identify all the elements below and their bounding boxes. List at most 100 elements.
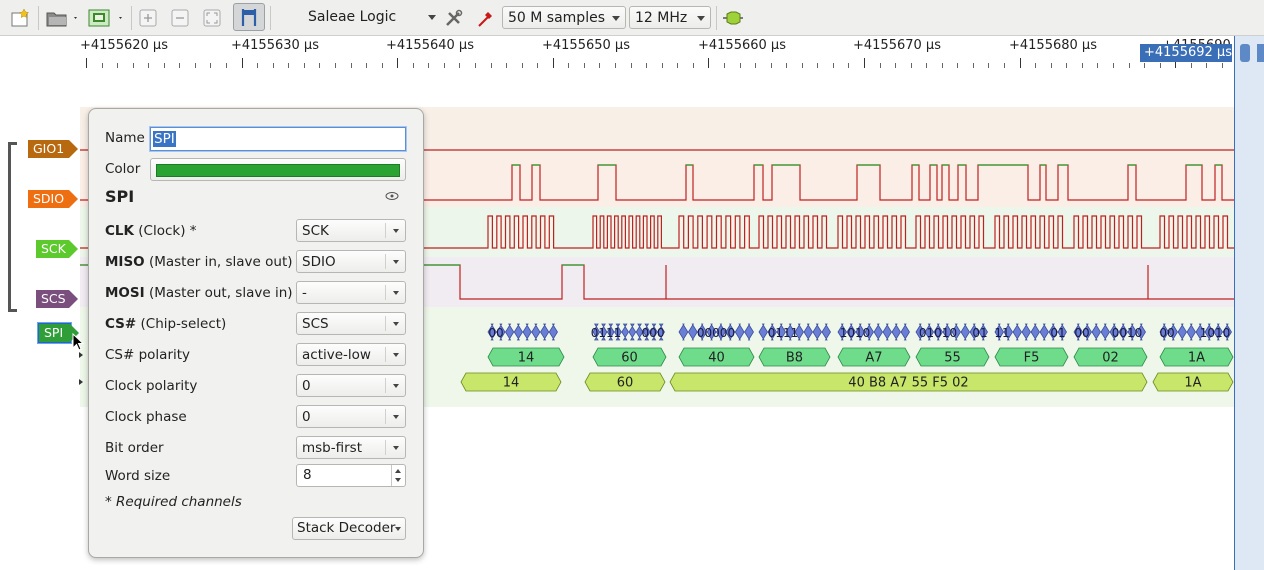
minor-tick [366, 63, 367, 68]
new-session-icon[interactable] [8, 6, 32, 30]
tools-icon[interactable] [443, 6, 465, 30]
device-select[interactable]: Saleae Logic [308, 6, 436, 29]
bit-value-text: 1010 [1200, 326, 1231, 340]
setting-label: MOSI (Master out, slave in) [105, 285, 293, 301]
required-channels-note: * Required channels [105, 494, 242, 510]
name-label: Name [105, 130, 145, 146]
channel-label-scs[interactable]: SCS [36, 290, 78, 308]
decoded-byte-text: 02 [1102, 351, 1119, 366]
zoom-out-icon[interactable] [169, 6, 191, 30]
time-tick-label: +4155620 µs [80, 38, 168, 53]
minor-tick [1191, 63, 1192, 68]
bit-value-text: 00 [488, 326, 503, 340]
bit-value-text: 00 [1074, 326, 1089, 340]
probe-icon[interactable] [475, 6, 497, 30]
setting-select[interactable]: active-low [296, 343, 406, 366]
minor-tick [786, 63, 787, 68]
minor-tick [1066, 63, 1067, 68]
decoded-byte-text: B8 [786, 351, 803, 366]
marker-toggle-icon[interactable] [233, 3, 265, 31]
sample-count-select[interactable]: 50 M samples [502, 6, 626, 29]
setting-select[interactable]: SCK [296, 219, 406, 242]
time-ruler[interactable]: +4155620 µs +4155630 µs +4155640 µs +415… [80, 36, 1234, 70]
minor-tick [164, 63, 165, 68]
bit-value-text: 01 [1050, 326, 1065, 340]
minor-tick [475, 63, 476, 68]
decoded-byte-text: 60 [621, 351, 638, 366]
minor-tick [833, 63, 834, 68]
zoom-in-icon[interactable] [137, 6, 159, 30]
word-size-value: 8 [303, 467, 312, 483]
setting-select[interactable]: - [296, 281, 406, 304]
channel-label-sdio[interactable]: SDIO [28, 190, 78, 208]
major-tick [1020, 58, 1021, 68]
setting-select[interactable]: SCS [296, 312, 406, 335]
setting-label: CS# polarity [105, 347, 191, 363]
bit-value-text: 00000 [697, 326, 735, 340]
visibility-icon[interactable] [385, 191, 399, 201]
minor-tick [195, 63, 196, 68]
setting-label: CLK (Clock) * [105, 223, 197, 239]
word-size-spinbox[interactable]: 8 [296, 464, 406, 487]
minor-tick [102, 63, 103, 68]
minor-tick [802, 63, 803, 68]
setting-label: MISO (Master in, slave out) [105, 254, 293, 270]
minor-tick [288, 63, 289, 68]
channel-label-gio1[interactable]: GIO1 [28, 140, 78, 158]
stack-decoder-button[interactable]: Stack Decoder [292, 517, 406, 540]
dropdown-arrow-icon [395, 527, 401, 531]
dropdown-arrow-icon [393, 353, 399, 357]
setting-select[interactable]: msb-first [296, 436, 406, 459]
minor-tick [771, 63, 772, 68]
cursor-time-label[interactable]: +4155692 µs [1140, 44, 1232, 62]
minor-tick [880, 63, 881, 68]
decoded-packet-text: 14 [503, 376, 520, 391]
color-picker-button[interactable] [150, 158, 406, 181]
minor-tick [444, 63, 445, 68]
decoded-byte-text: 14 [518, 351, 535, 366]
setting-select[interactable]: 0 [296, 405, 406, 428]
setting-label: Clock phase [105, 409, 187, 425]
time-tick-label: +4155670 µs [853, 38, 941, 53]
setting-select[interactable]: 0 [296, 374, 406, 397]
major-tick [397, 58, 398, 68]
minor-tick [1160, 63, 1161, 68]
zoom-fit-icon[interactable] [201, 6, 223, 30]
decoded-byte-text: 1A [1188, 351, 1205, 366]
minor-tick [817, 63, 818, 68]
analyzer-title: SPI [105, 187, 135, 206]
minor-tick [179, 63, 180, 68]
channel-group-bracket [8, 142, 17, 312]
mouse-pointer-icon [72, 333, 85, 351]
sample-rate-select[interactable]: 12 MHz [629, 6, 711, 29]
device-settings-icon[interactable] [86, 6, 126, 30]
analyzer-label-spi[interactable]: SPI [37, 322, 79, 344]
start-capture-icon[interactable] [720, 6, 746, 30]
major-tick [86, 58, 87, 68]
minor-tick [1004, 63, 1005, 68]
minor-tick [522, 63, 523, 68]
minor-tick [428, 63, 429, 68]
word-size-label: Word size [105, 468, 171, 484]
setting-label: Clock polarity [105, 378, 198, 394]
spin-up-icon[interactable] [395, 469, 401, 473]
minor-tick [506, 63, 507, 68]
setting-select[interactable]: SDIO [296, 250, 406, 273]
analyzer-settings-popup: Name SPI Color SPI CLK (Clock) * SCK MISO … [88, 108, 424, 558]
open-folder-icon[interactable] [44, 6, 80, 30]
main-toolbar: Saleae Logic 50 M samples 12 MHz [0, 0, 1264, 36]
channel-label-sck[interactable]: SCK [36, 240, 78, 258]
decoded-packet-text: 40 B8 A7 55 F5 02 [848, 376, 968, 391]
minor-tick [382, 63, 383, 68]
bit-value-text: 01 [972, 326, 987, 340]
expand-arrow-icon[interactable] [79, 379, 83, 385]
minor-tick [210, 63, 211, 68]
minor-tick [911, 63, 912, 68]
dropdown-arrow-icon [393, 322, 399, 326]
decoded-packet-text: 60 [617, 376, 634, 391]
minor-tick [1082, 63, 1083, 68]
minor-tick [1144, 63, 1145, 68]
major-tick [242, 58, 243, 68]
spin-down-icon[interactable] [395, 478, 401, 482]
name-input[interactable]: SPI [150, 127, 406, 151]
